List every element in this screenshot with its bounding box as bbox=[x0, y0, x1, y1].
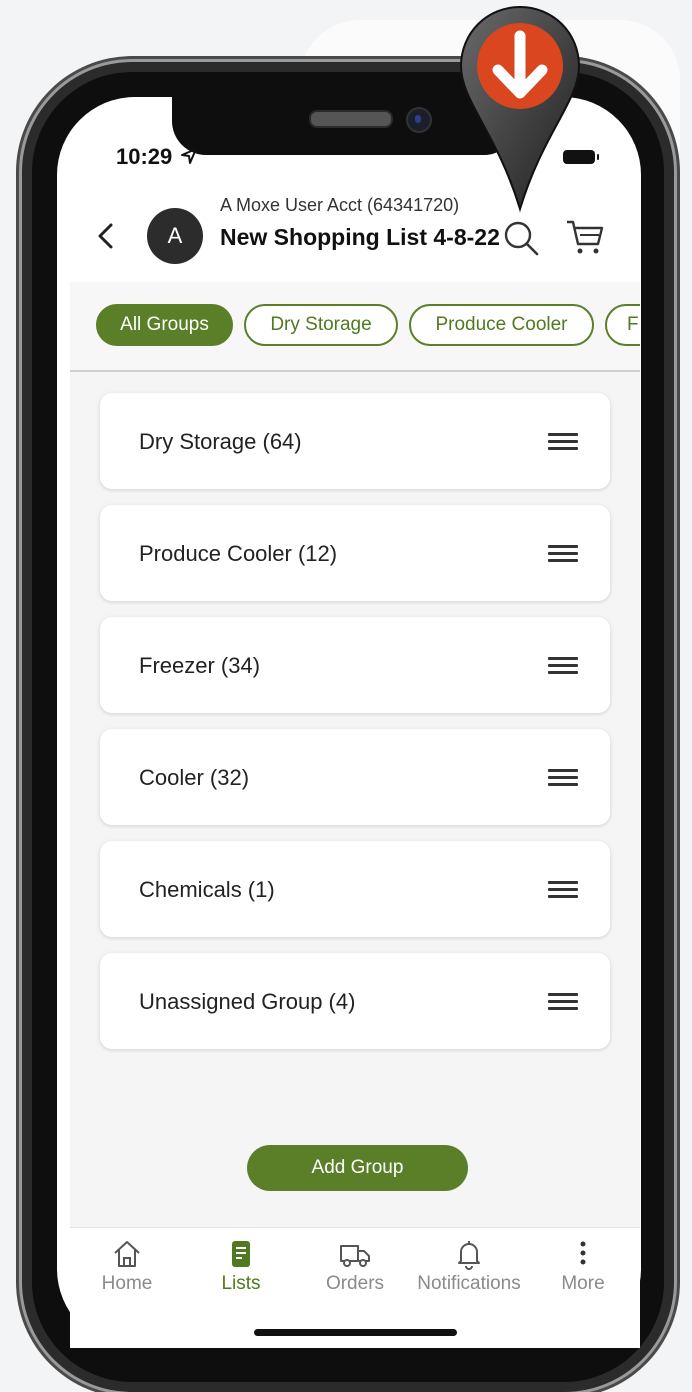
cart-icon[interactable] bbox=[565, 218, 605, 256]
tab-orders[interactable]: Orders bbox=[298, 1228, 412, 1308]
chip-partial[interactable]: F bbox=[605, 304, 640, 346]
truck-icon bbox=[340, 1245, 370, 1267]
group-list: Dry Storage (64) Produce Cooler (12) Fre… bbox=[70, 372, 640, 1227]
group-filter-chips: All Groups Dry Storage Produce Cooler F bbox=[70, 282, 640, 372]
status-time: 10:29 bbox=[116, 144, 198, 170]
drag-handle-icon[interactable] bbox=[548, 993, 578, 1011]
tab-label: Notifications bbox=[417, 1273, 521, 1294]
account-name: A Moxe User Acct (64341720) bbox=[220, 195, 460, 215]
tab-lists[interactable]: Lists bbox=[184, 1228, 298, 1308]
chip-produce-cooler[interactable]: Produce Cooler bbox=[409, 304, 594, 346]
more-icon bbox=[580, 1241, 586, 1265]
bell-icon bbox=[458, 1241, 480, 1270]
drag-handle-icon[interactable] bbox=[548, 769, 578, 787]
avatar-initial: A bbox=[167, 223, 183, 248]
group-card[interactable]: Unassigned Group (4) bbox=[100, 953, 610, 1049]
tab-label: Home bbox=[101, 1273, 153, 1294]
drag-handle-icon[interactable] bbox=[548, 657, 578, 675]
status-time-text: 10:29 bbox=[116, 144, 173, 169]
group-label: Produce Cooler (12) bbox=[139, 541, 338, 566]
add-group-button[interactable]: Add Group bbox=[247, 1145, 468, 1191]
drag-handle-icon[interactable] bbox=[548, 545, 578, 563]
group-label: Cooler (32) bbox=[139, 765, 250, 790]
group-label: Freezer (34) bbox=[139, 653, 261, 678]
group-label: Chemicals (1) bbox=[139, 877, 275, 902]
drag-handle-icon[interactable] bbox=[548, 433, 578, 451]
group-card[interactable]: Cooler (32) bbox=[100, 729, 610, 825]
group-label: Dry Storage (64) bbox=[139, 429, 302, 454]
tab-home[interactable]: Home bbox=[70, 1228, 184, 1308]
tab-notifications[interactable]: Notifications bbox=[412, 1228, 526, 1308]
chip-all-groups[interactable]: All Groups bbox=[96, 304, 233, 346]
location-arrow-icon bbox=[181, 148, 198, 164]
drag-handle-icon[interactable] bbox=[548, 881, 578, 899]
phone-camera bbox=[406, 107, 432, 133]
page-title: New Shopping List 4-8-22 bbox=[220, 224, 500, 250]
tab-label: More bbox=[561, 1273, 605, 1294]
chip-dry-storage[interactable]: Dry Storage bbox=[244, 304, 398, 346]
phone-speaker bbox=[309, 110, 393, 128]
group-card[interactable]: Produce Cooler (12) bbox=[100, 505, 610, 601]
group-label: Unassigned Group (4) bbox=[139, 989, 356, 1014]
group-card[interactable]: Freezer (34) bbox=[100, 617, 610, 713]
home-icon bbox=[114, 1241, 140, 1267]
list-icon bbox=[232, 1241, 250, 1267]
group-card[interactable]: Chemicals (1) bbox=[100, 841, 610, 937]
avatar[interactable]: A bbox=[147, 208, 203, 264]
tab-label: Orders bbox=[325, 1273, 385, 1294]
back-chevron-icon[interactable] bbox=[92, 222, 120, 250]
tab-label: Lists bbox=[221, 1273, 261, 1294]
home-indicator bbox=[254, 1329, 457, 1336]
search-icon[interactable] bbox=[503, 220, 539, 256]
download-pin-icon bbox=[459, 5, 581, 213]
tab-more[interactable]: More bbox=[526, 1228, 640, 1308]
group-card[interactable]: Dry Storage (64) bbox=[100, 393, 610, 489]
